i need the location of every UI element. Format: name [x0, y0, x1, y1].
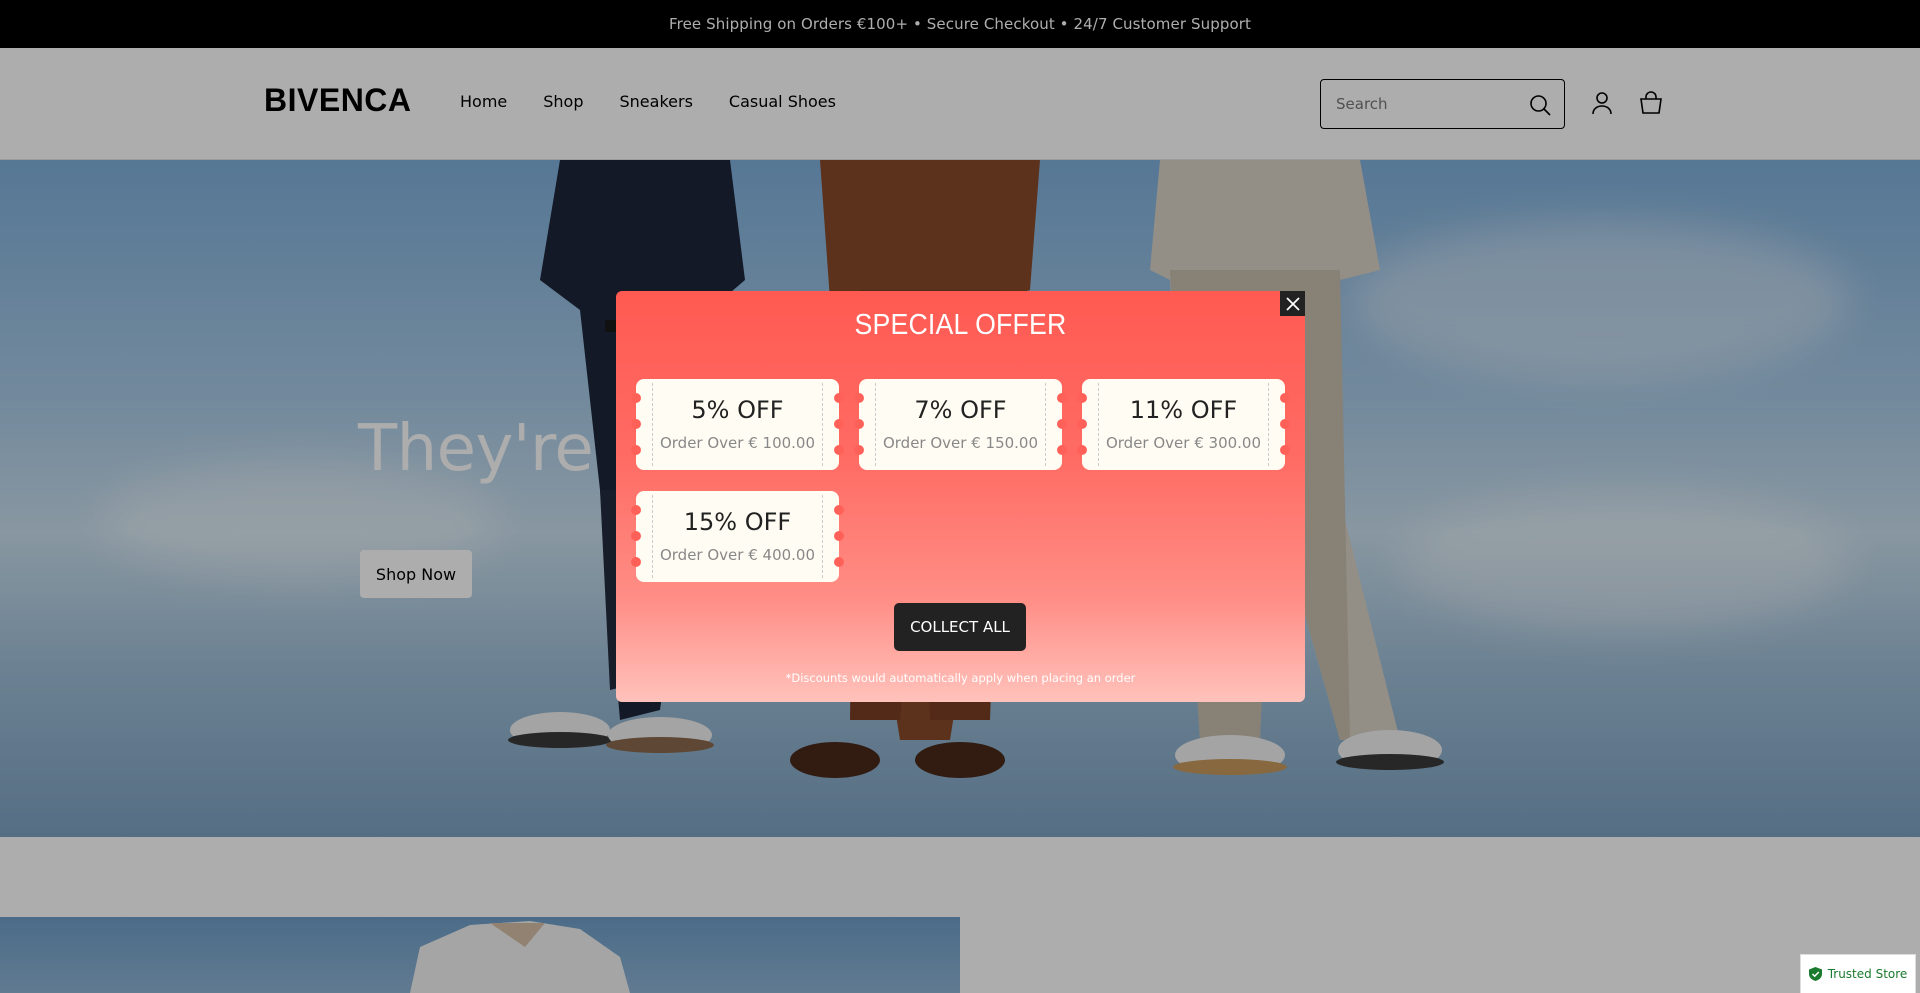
- trusted-store-label: Trusted Store: [1827, 967, 1908, 981]
- special-offer-modal: SPECIAL OFFER 5% OFF Order Over € 100.00…: [616, 291, 1305, 702]
- coupon-condition: Order Over € 300.00: [1105, 434, 1262, 452]
- coupon-discount: 11% OFF: [1129, 396, 1238, 424]
- discount-note: *Discounts would automatically apply whe…: [785, 671, 1136, 685]
- coupon-discount: 15% OFF: [683, 508, 792, 536]
- coupon-discount: 7% OFF: [914, 396, 1007, 424]
- close-button[interactable]: [1280, 291, 1305, 316]
- collect-all-button[interactable]: COLLECT ALL: [894, 603, 1026, 651]
- shield-check-icon: [1808, 967, 1822, 981]
- trusted-store-badge[interactable]: Trusted Store: [1800, 954, 1916, 993]
- coupon-card[interactable]: 11% OFF Order Over € 300.00: [1077, 379, 1290, 470]
- close-icon[interactable]: [1285, 296, 1300, 311]
- coupon-card[interactable]: 5% OFF Order Over € 100.00: [631, 379, 844, 470]
- coupon-discount: 5% OFF: [691, 396, 784, 424]
- coupon-condition: Order Over € 100.00: [659, 434, 816, 452]
- coupon-condition: Order Over € 400.00: [659, 546, 816, 564]
- coupon-card[interactable]: 7% OFF Order Over € 150.00: [854, 379, 1067, 470]
- coupon-card[interactable]: 15% OFF Order Over € 400.00: [631, 491, 844, 582]
- coupon-condition: Order Over € 150.00: [882, 434, 1039, 452]
- modal-title: SPECIAL OFFER: [854, 309, 1067, 341]
